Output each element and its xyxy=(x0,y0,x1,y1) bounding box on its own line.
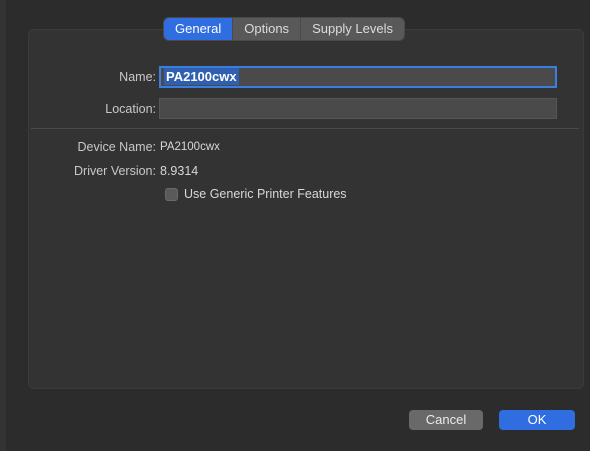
name-field-value: PA2100cwx xyxy=(164,68,239,85)
device-name-label: Device Name: xyxy=(77,140,157,154)
content-panel: Name: PA2100cwx Location: Device Name: P… xyxy=(28,29,584,389)
printer-info-sheet: Name: PA2100cwx Location: Device Name: P… xyxy=(6,0,590,451)
tab-supply-levels[interactable]: Supply Levels xyxy=(301,18,404,40)
device-name-value: PA2100cwx xyxy=(160,141,220,153)
location-field[interactable] xyxy=(159,98,557,119)
name-label: Name: xyxy=(119,70,156,84)
driver-version-label: Driver Version: xyxy=(74,164,156,178)
ok-button[interactable]: OK xyxy=(499,410,575,430)
tab-bar: General Options Supply Levels xyxy=(164,18,405,40)
cancel-button[interactable]: Cancel xyxy=(409,410,483,430)
tab-general[interactable]: General xyxy=(164,18,234,40)
name-field[interactable]: PA2100cwx xyxy=(159,66,557,88)
generic-features-label[interactable]: Use Generic Printer Features xyxy=(184,187,347,201)
driver-version-value: 8.9314 xyxy=(160,164,199,178)
tab-options[interactable]: Options xyxy=(233,18,302,40)
section-divider xyxy=(31,128,579,129)
generic-features-checkbox[interactable] xyxy=(165,188,178,201)
location-label: Location: xyxy=(105,102,156,116)
